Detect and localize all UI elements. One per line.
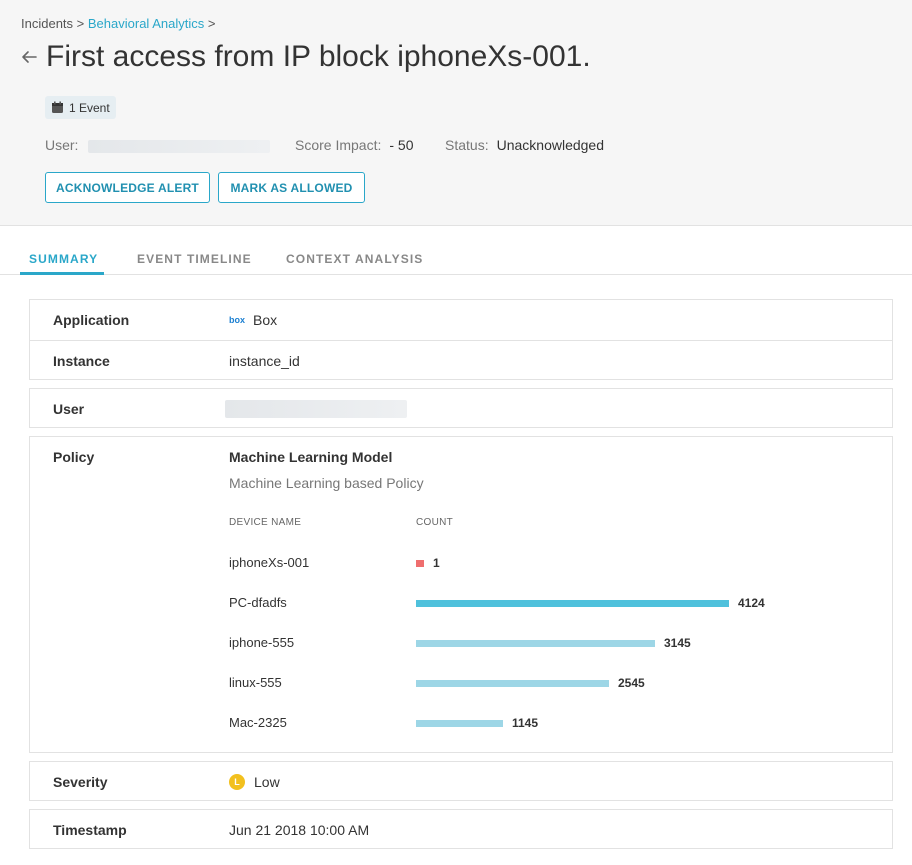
policy-name: Machine Learning Model — [229, 449, 393, 465]
tab-event-timeline[interactable]: EVENT TIMELINE — [137, 252, 252, 266]
tab-context-analysis[interactable]: CONTEXT ANALYSIS — [286, 252, 423, 266]
status-value: Unacknowledged — [496, 137, 604, 153]
back-arrow-icon[interactable] — [20, 48, 38, 66]
redacted-user — [225, 400, 407, 418]
tab-bar: SUMMARY EVENT TIMELINE CONTEXT ANALYSIS — [0, 227, 912, 275]
tab-summary[interactable]: SUMMARY — [29, 252, 98, 266]
status-meta: Status: Unacknowledged — [445, 137, 604, 153]
device-count-bar — [416, 720, 503, 727]
device-name-label: iphoneXs-001 — [229, 555, 310, 570]
user-meta: User: — [45, 137, 271, 153]
device-name-label: Mac-2325 — [229, 715, 287, 730]
device-count-value: 1 — [433, 556, 440, 570]
device-name-label: linux-555 — [229, 675, 282, 690]
user-meta-label: User: — [45, 137, 79, 153]
device-count-bar — [416, 680, 609, 687]
severity-text: Low — [254, 774, 280, 790]
breadcrumb-incidents[interactable]: Incidents — [21, 16, 73, 31]
device-count-value: 4124 — [738, 596, 765, 610]
title-row: First access from IP block iphoneXs-001. — [20, 40, 591, 74]
breadcrumb-behavioral-analytics[interactable]: Behavioral Analytics — [88, 16, 204, 31]
calendar-icon — [52, 101, 63, 113]
status-label: Status: — [445, 137, 489, 153]
severity-label: Severity — [53, 774, 108, 790]
instance-value: instance_id — [229, 353, 300, 369]
application-value: box Box — [229, 312, 277, 328]
breadcrumb-separator: > — [207, 16, 216, 31]
svg-text:box: box — [229, 315, 245, 325]
box-logo-icon: box — [229, 315, 245, 325]
severity-low-icon: L — [229, 774, 245, 790]
instance-row: Instance instance_id — [30, 341, 892, 381]
device-count-value: 3145 — [664, 636, 691, 650]
user-row-label: User — [53, 401, 85, 417]
device-name-label: iphone-555 — [229, 635, 295, 650]
application-row: Application box Box — [30, 300, 892, 340]
application-name: Box — [253, 312, 278, 328]
application-card: Application box Box Instance instance_id — [29, 299, 893, 380]
timestamp-value: Jun 21 2018 10:00 AM — [229, 822, 370, 838]
user-card: User — [29, 388, 893, 428]
device-count-bar — [416, 640, 655, 647]
count-column-header: COUNT — [416, 517, 454, 528]
device-count-bar — [416, 600, 729, 607]
breadcrumb-separator: > — [76, 16, 85, 31]
device-count-bar — [416, 560, 424, 567]
incident-header: Incidents > Behavioral Analytics > First… — [0, 0, 912, 226]
device-name-column-header: DEVICE NAME — [229, 517, 302, 528]
breadcrumb: Incidents > Behavioral Analytics > — [21, 16, 215, 31]
event-count-badge[interactable]: 1 Event — [45, 96, 116, 119]
policy-label: Policy — [53, 449, 95, 465]
score-impact-value: - 50 — [389, 137, 414, 153]
acknowledge-alert-button[interactable]: ACKNOWLEDGE ALERT — [45, 172, 210, 203]
mark-as-allowed-button[interactable]: MARK AS ALLOWED — [218, 172, 365, 203]
device-count-value: 2545 — [618, 676, 645, 690]
device-name-label: PC-dfadfs — [229, 595, 287, 610]
application-label: Application — [53, 312, 130, 328]
redacted-user — [88, 139, 271, 153]
severity-card: Severity L Low — [29, 761, 893, 801]
page-title: First access from IP block iphoneXs-001. — [46, 40, 591, 73]
event-count-label: 1 Event — [69, 100, 110, 115]
score-impact-label: Score Impact: — [295, 137, 382, 153]
policy-description: Machine Learning based Policy — [229, 475, 424, 491]
active-tab-indicator — [20, 272, 104, 275]
instance-label: Instance — [53, 353, 110, 369]
policy-card: Policy Machine Learning Model Machine Le… — [29, 436, 893, 753]
severity-value: L Low — [229, 774, 280, 790]
timestamp-card: Timestamp Jun 21 2018 10:00 AM — [29, 809, 893, 849]
device-count-value: 1145 — [512, 716, 539, 730]
timestamp-label: Timestamp — [53, 822, 127, 838]
score-impact-meta: Score Impact: - 50 — [295, 137, 414, 153]
